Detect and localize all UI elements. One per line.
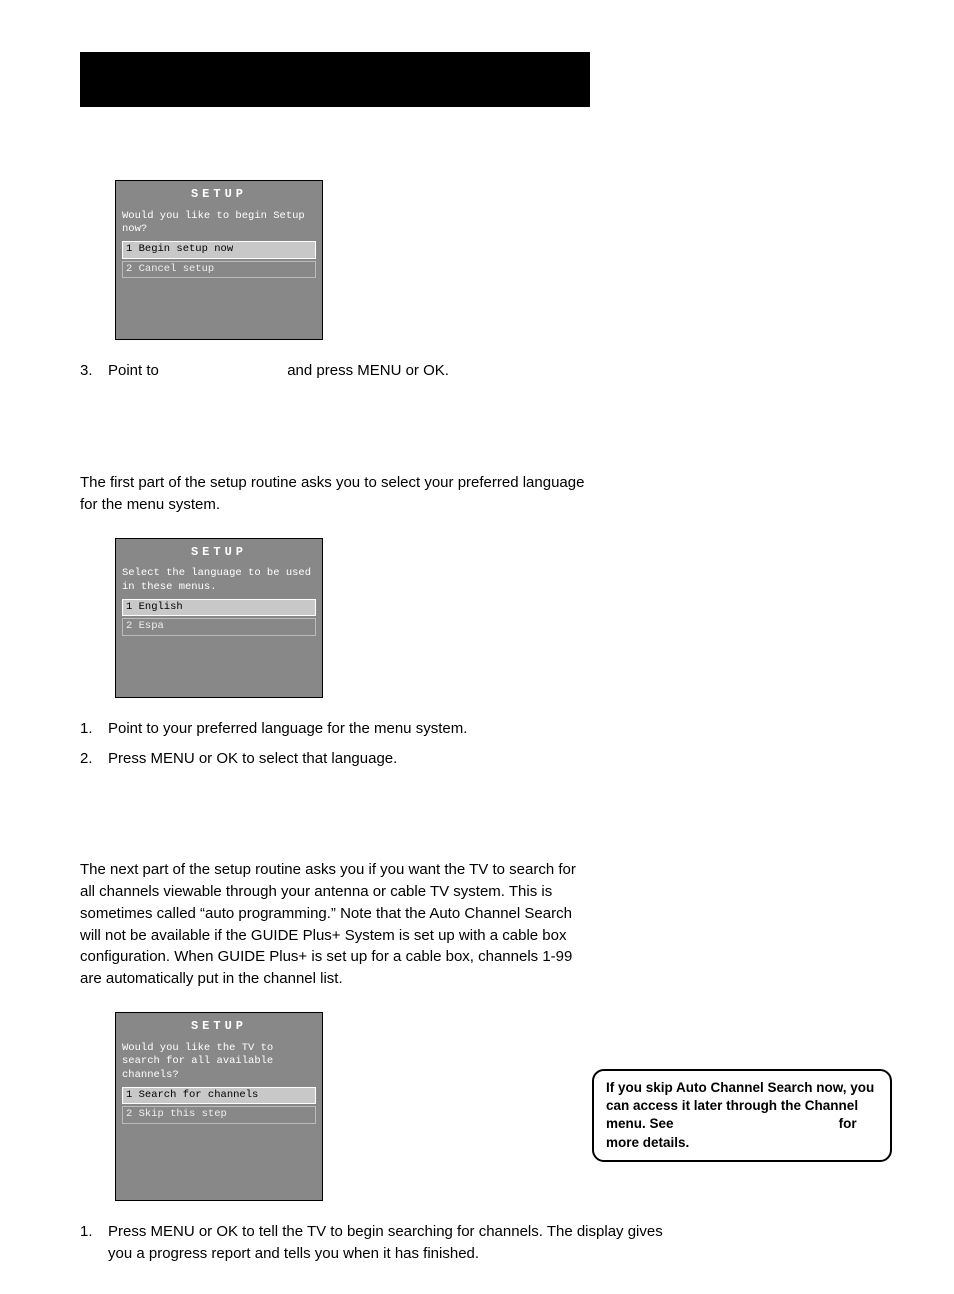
main-content: SETUP Would you like to begin Setup now?… (80, 180, 680, 1294)
header-black-bar (80, 52, 590, 107)
tv-option-skip: 2 Skip this step (122, 1106, 316, 1124)
tv-screen-language: SETUP Select the language to be used in … (115, 538, 323, 698)
tv-title: SETUP (116, 181, 322, 208)
tv-option-search: 1 Search for channels (122, 1087, 316, 1105)
tv-screen-begin-setup: SETUP Would you like to begin Setup now?… (115, 180, 323, 340)
tv-title: SETUP (116, 539, 322, 566)
tv-prompt: Would you like the TV to search for all … (116, 1040, 322, 1085)
lang-step-1: 1. Point to your preferred language for … (80, 718, 680, 740)
tv-option-espa: 2 Espa (122, 618, 316, 636)
step3-post: and press MENU or OK. (283, 362, 449, 379)
tip-box: If you skip Auto Channel Search now, you… (592, 1069, 892, 1162)
channel-intro: The next part of the setup routine asks … (80, 859, 585, 990)
tv-prompt: Would you like to begin Setup now? (116, 208, 322, 239)
step-3: 3. Point to Begin setup now and press ME… (80, 360, 680, 382)
step3-pre: Point to (108, 362, 163, 379)
language-intro: The first part of the setup routine asks… (80, 472, 585, 516)
tv-option-english: 1 English (122, 599, 316, 617)
tv-option-cancel: 2 Cancel setup (122, 261, 316, 279)
tv-option-begin: 1 Begin setup now (122, 241, 316, 259)
step-list-channel: 1. Press MENU or OK to tell the TV to be… (80, 1221, 680, 1265)
lang-step-2: 2. Press MENU or OK to select that langu… (80, 748, 680, 770)
tv-screen-channel-search: SETUP Would you like the TV to search fo… (115, 1012, 323, 1201)
chan-step-1: 1. Press MENU or OK to tell the TV to be… (80, 1221, 680, 1265)
tv-prompt: Select the language to be used in these … (116, 565, 322, 596)
step-list-begin: 3. Point to Begin setup now and press ME… (80, 360, 680, 382)
tip-line1: If you skip Auto Channel Search now, you… (606, 1080, 874, 1131)
step-list-language: 1. Point to your preferred language for … (80, 718, 680, 770)
tv-title: SETUP (116, 1013, 322, 1040)
